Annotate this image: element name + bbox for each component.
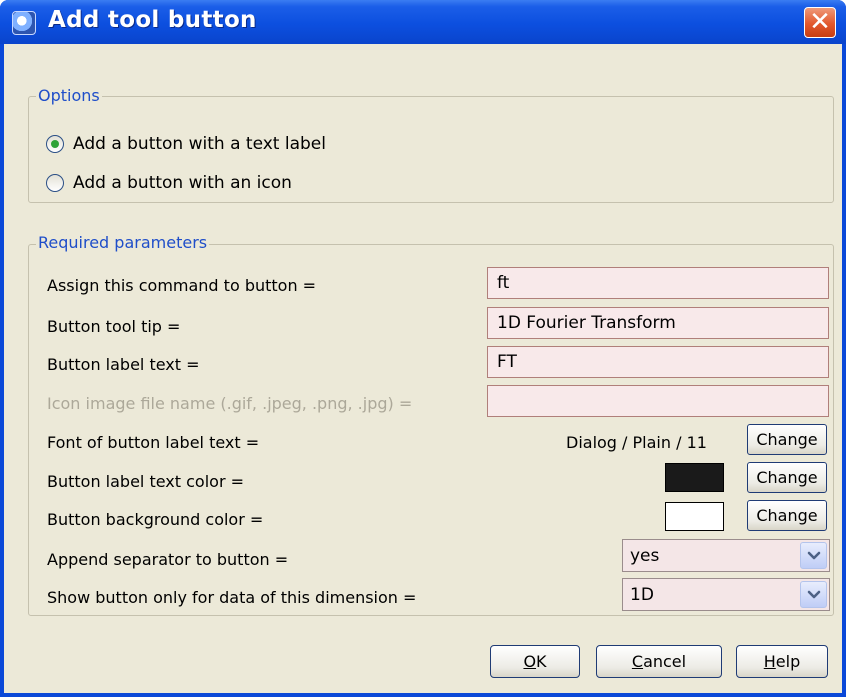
change-text-color-button[interactable]: Change	[747, 462, 827, 493]
separator-value: yes	[630, 546, 660, 566]
bg-color-swatch	[665, 502, 724, 531]
required-parameters-legend: Required parameters	[36, 233, 210, 252]
icon-file-field	[487, 385, 829, 417]
title-bar[interactable]: Add tool button ✕	[0, 0, 846, 44]
ok-button[interactable]: OK	[490, 645, 580, 678]
tooltip-field[interactable]: 1D Fourier Transform	[487, 307, 829, 339]
close-button[interactable]: ✕	[804, 7, 836, 38]
command-field[interactable]: ft	[487, 267, 829, 299]
radio-selected-icon[interactable]	[46, 135, 64, 153]
dimension-label: Show button only for data of this dimens…	[47, 588, 417, 607]
command-label: Assign this command to button =	[47, 276, 317, 295]
label-text-field[interactable]: FT	[487, 346, 829, 378]
ok-label-rest: K	[536, 652, 547, 671]
cancel-button[interactable]: Cancel	[596, 645, 722, 678]
app-icon	[12, 11, 36, 35]
dimension-value: 1D	[630, 585, 654, 605]
radio-text-label-text: Add a button with a text label	[73, 134, 326, 154]
help-label-rest: elp	[775, 652, 801, 671]
label-text-label: Button label text =	[47, 355, 200, 374]
chevron-down-icon[interactable]	[800, 581, 827, 608]
change-bg-color-button[interactable]: Change	[747, 500, 827, 531]
change-font-button[interactable]: Change	[747, 424, 827, 455]
separator-label: Append separator to button =	[47, 550, 289, 569]
radio-text-label[interactable]: Add a button with a text label	[46, 132, 326, 156]
ok-mnemonic: O	[523, 652, 537, 671]
chevron-down-icon[interactable]	[800, 542, 827, 569]
close-icon: ✕	[809, 7, 831, 37]
separator-select[interactable]: yes	[622, 539, 830, 572]
radio-unselected-icon[interactable]	[46, 174, 64, 192]
font-value: Dialog / Plain / 11	[566, 433, 707, 452]
icon-file-label: Icon image file name (.gif, .jpeg, .png,…	[47, 394, 413, 413]
dialog-window: Add tool button ✕ Options Add a button w…	[0, 0, 846, 697]
help-button[interactable]: Help	[736, 645, 828, 678]
text-color-label: Button label text color =	[47, 472, 245, 491]
radio-icon-text: Add a button with an icon	[73, 173, 292, 193]
dimension-select[interactable]: 1D	[622, 578, 830, 611]
options-legend: Options	[36, 86, 102, 105]
cancel-mnemonic: C	[631, 652, 644, 671]
window-title: Add tool button	[48, 7, 257, 33]
tooltip-label: Button tool tip =	[47, 317, 181, 336]
bg-color-label: Button background color =	[47, 510, 264, 529]
dialog-body: Options Add a button with a text label A…	[4, 44, 842, 693]
radio-icon[interactable]: Add a button with an icon	[46, 171, 292, 195]
font-label: Font of button label text =	[47, 433, 260, 452]
text-color-swatch	[665, 463, 724, 492]
cancel-label-rest: ancel	[643, 652, 687, 671]
help-mnemonic: H	[763, 652, 776, 671]
